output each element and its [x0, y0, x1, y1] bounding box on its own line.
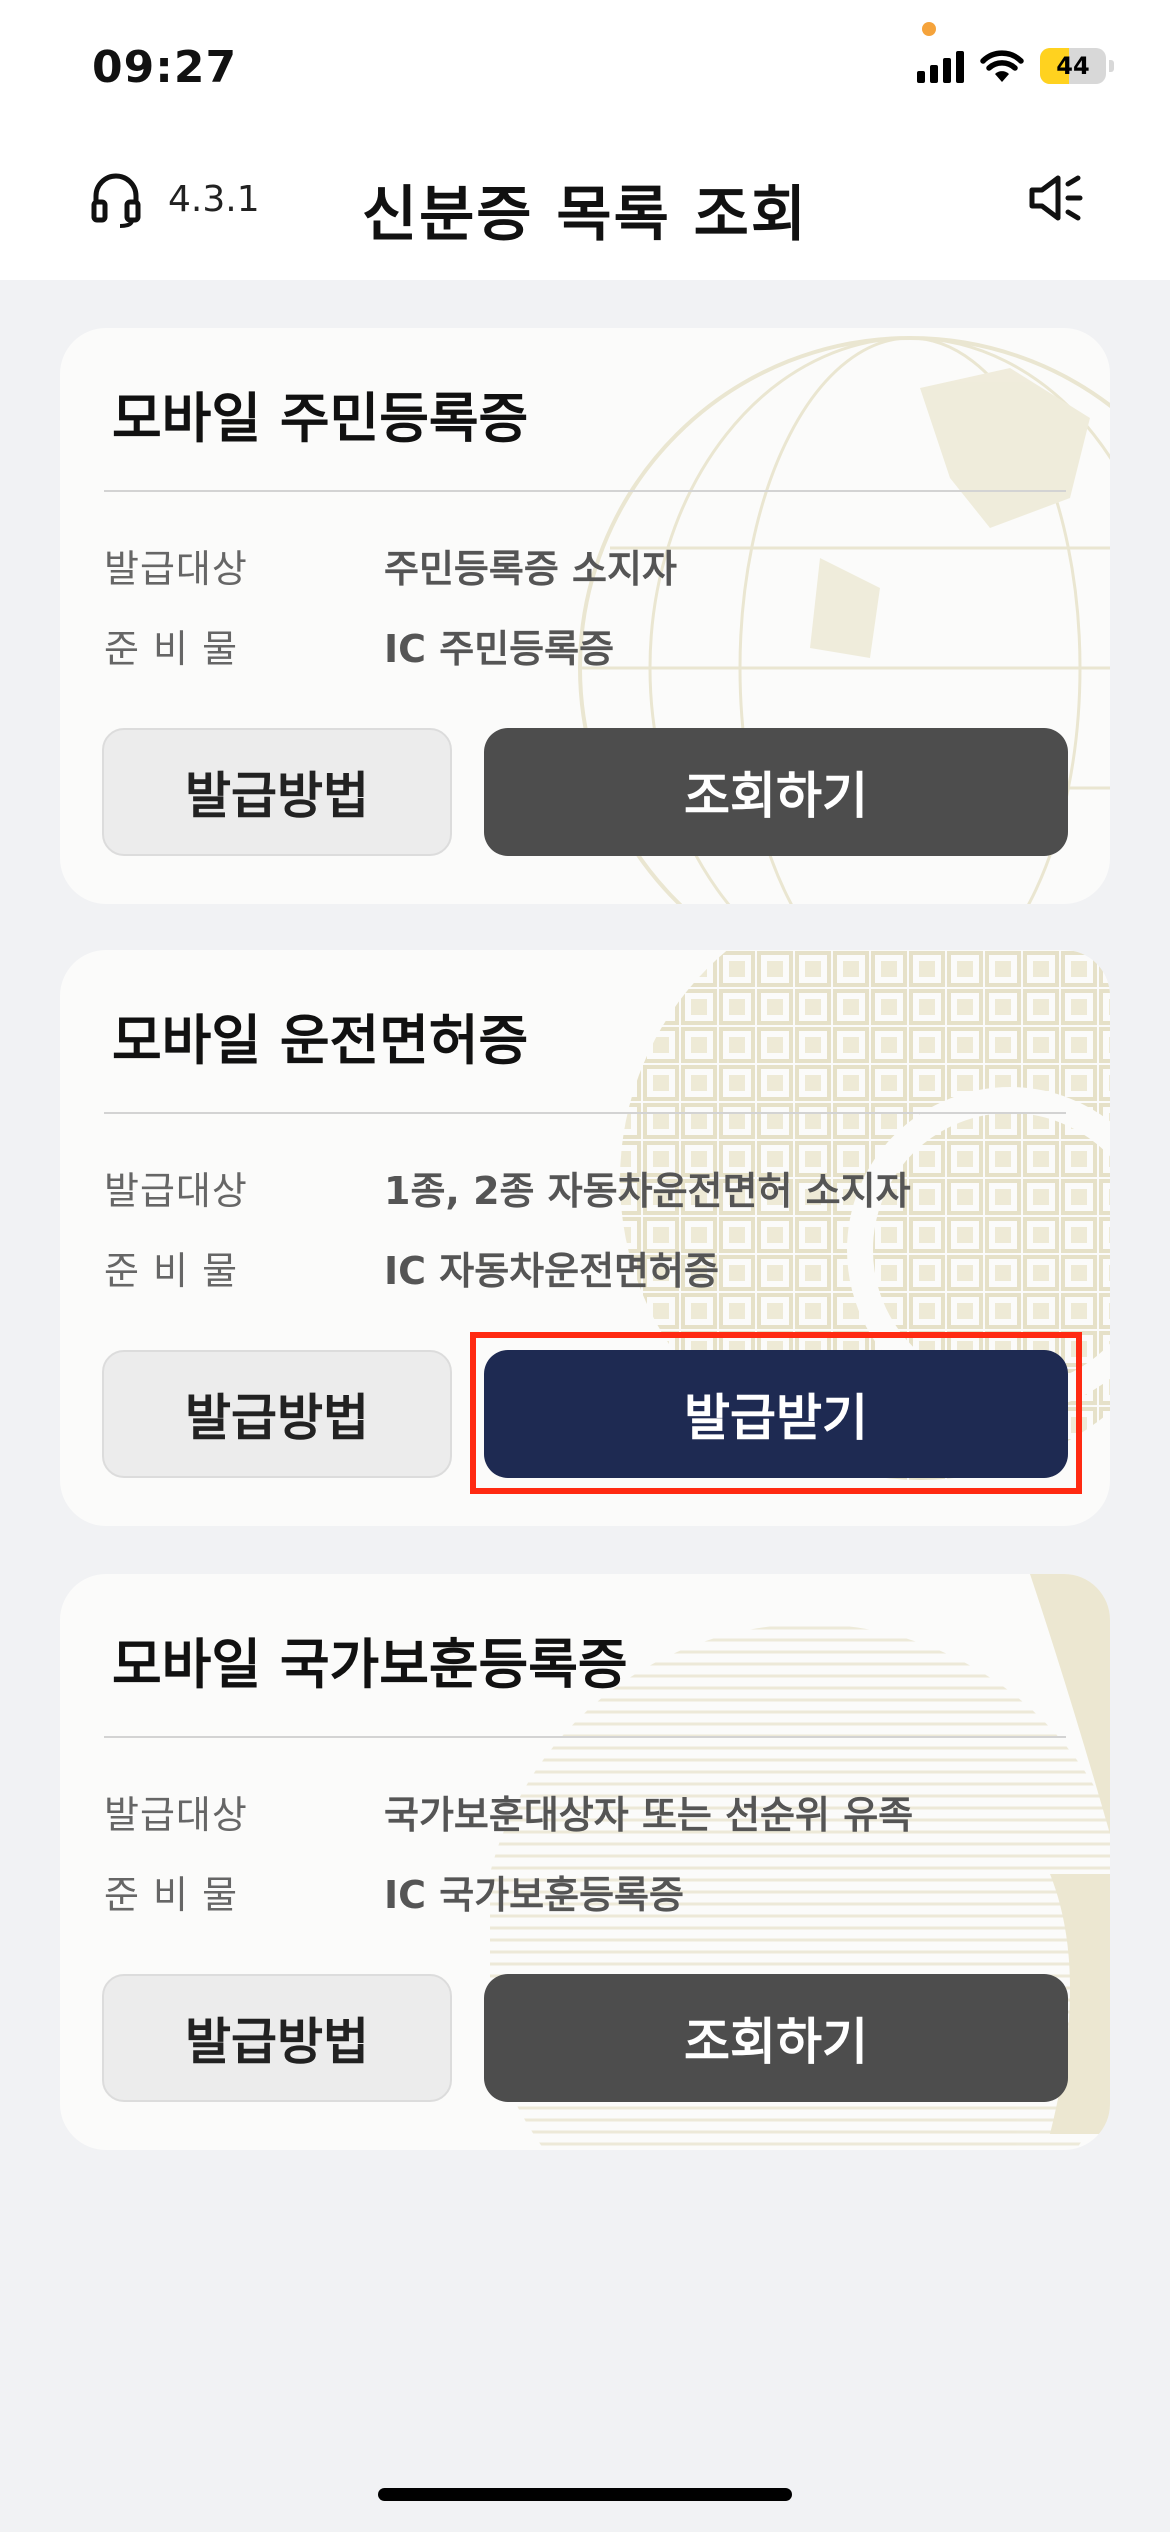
target-label: 발급대상 — [104, 1793, 248, 1837]
card-veterans-id: 모바일 국가보훈등록증 발급대상 국가보훈대상자 또는 선순위 유족 준 비 물… — [60, 1574, 1110, 2150]
prep-value: IC 주민등록증 — [384, 627, 615, 671]
status-time: 09:27 — [92, 42, 238, 93]
prep-label: 준 비 물 — [104, 1249, 239, 1293]
card-title: 모바일 운전면허증 — [112, 1009, 529, 1072]
target-row: 발급대상 국가보훈대상자 또는 선순위 유족 — [104, 1784, 913, 1839]
target-value: 국가보훈대상자 또는 선순위 유족 — [384, 1793, 914, 1837]
prep-row: 준 비 물 IC 국가보훈등록증 — [104, 1864, 684, 1919]
target-value: 1종, 2종 자동차운전면허 소지자 — [384, 1169, 911, 1213]
speaker-icon[interactable] — [1026, 170, 1086, 226]
card-title: 모바일 국가보훈등록증 — [112, 1633, 628, 1696]
wifi-icon — [980, 50, 1024, 82]
prep-row: 준 비 물 IC 주민등록증 — [104, 618, 614, 673]
issue-method-button[interactable]: 발급방법 — [102, 1350, 452, 1478]
card-divider — [104, 490, 1066, 492]
page-title: 신분증 목록 조회 — [361, 180, 809, 250]
privacy-indicator-dot — [922, 22, 936, 36]
target-row: 발급대상 주민등록증 소지자 — [104, 538, 677, 593]
issue-method-button[interactable]: 발급방법 — [102, 728, 452, 856]
card-divider — [104, 1736, 1066, 1738]
card-divider — [104, 1112, 1066, 1114]
inquiry-button[interactable]: 조회하기 — [484, 1974, 1068, 2102]
highlight-box — [470, 1332, 1082, 1494]
target-value: 주민등록증 소지자 — [384, 547, 677, 591]
prep-value: IC 국가보훈등록증 — [384, 1873, 684, 1917]
target-row: 발급대상 1종, 2종 자동차운전면허 소지자 — [104, 1160, 911, 1215]
card-title: 모바일 주민등록증 — [112, 387, 529, 450]
status-icons: 44 — [917, 48, 1114, 84]
signal-icon — [917, 49, 964, 83]
prep-value: IC 자동차운전면허증 — [384, 1249, 719, 1293]
status-bar: 09:27 44 — [0, 0, 1170, 140]
battery-tip — [1109, 60, 1114, 72]
inquiry-button[interactable]: 조회하기 — [484, 728, 1068, 856]
card-resident-id: 모바일 주민등록증 발급대상 주민등록증 소지자 준 비 물 IC 주민등록증 … — [60, 328, 1110, 904]
prep-label: 준 비 물 — [104, 1873, 239, 1917]
target-label: 발급대상 — [104, 1169, 248, 1213]
battery-icon: 44 — [1040, 48, 1106, 84]
target-label: 발급대상 — [104, 547, 248, 591]
app-header: 4.3.1 신분증 목록 조회 — [0, 140, 1170, 280]
issue-method-button[interactable]: 발급방법 — [102, 1974, 452, 2102]
prep-label: 준 비 물 — [104, 627, 239, 671]
home-indicator[interactable] — [378, 2488, 792, 2501]
prep-row: 준 비 물 IC 자동차운전면허증 — [104, 1240, 719, 1295]
battery-level: 44 — [1056, 52, 1090, 80]
